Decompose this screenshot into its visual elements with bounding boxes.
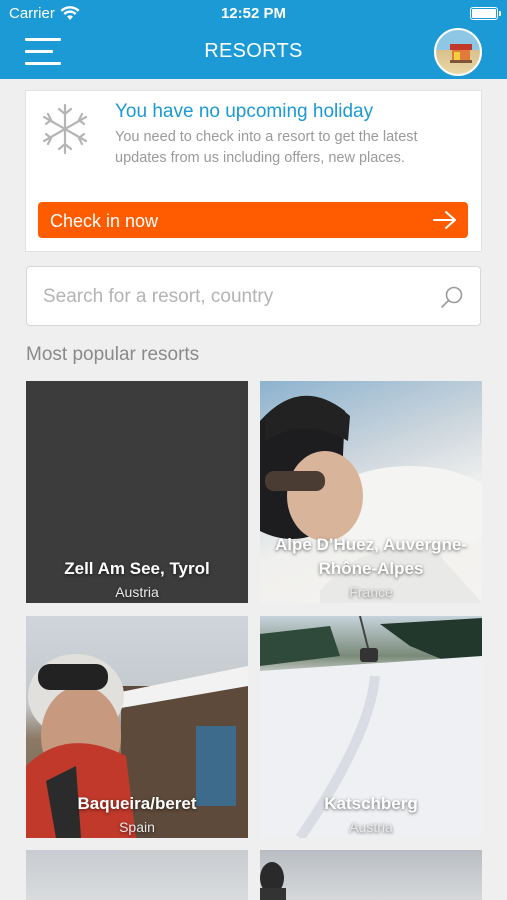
avatar-image [450, 44, 472, 63]
avatar[interactable] [434, 28, 482, 76]
resort-tile[interactable] [26, 850, 248, 900]
search-icon[interactable] [440, 285, 464, 309]
holiday-description: You need to check into a resort to get t… [115, 129, 418, 166]
check-in-label: Check in now [50, 211, 159, 231]
battery-icon [470, 7, 501, 20]
resort-name: Katschberg [324, 794, 418, 813]
resort-tile[interactable]: Katschberg Austria [260, 616, 482, 838]
resort-country: Spain [119, 819, 155, 835]
status-time: 12:52 PM [220, 5, 287, 22]
top-bar: Carrier 12:52 PM RESORTS [0, 0, 507, 79]
resort-tile[interactable] [260, 850, 482, 900]
search-box [26, 266, 481, 326]
resort-tile[interactable]: Alpe D’Huez, Auvergne-Rhône-Alpes France [260, 381, 482, 603]
arrow-right-icon [433, 211, 456, 229]
holiday-title: You have no upcoming holiday [115, 101, 374, 122]
resort-name: Baqueira/beret [77, 794, 197, 813]
holiday-card: You have no upcoming holiday You need to… [26, 91, 481, 251]
section-title: Most popular resorts [26, 344, 200, 365]
resort-photo [260, 862, 286, 900]
status-bar: Carrier 12:52 PM [0, 0, 507, 28]
resort-tile[interactable]: Baqueira/beret Spain [26, 616, 248, 838]
resort-tile[interactable]: Zell Am See, Tyrol Austria [26, 381, 248, 603]
resort-name: Zell Am See, Tyrol [64, 559, 210, 578]
resort-country: Austria [349, 819, 393, 835]
check-in-button[interactable]: Check in now [38, 202, 468, 238]
resort-country: Austria [115, 584, 159, 600]
page-title: RESORTS [204, 40, 303, 62]
search-input[interactable] [43, 281, 423, 313]
resort-name: Alpe D’Huez, Auvergne-Rhône-Alpes [274, 535, 468, 578]
resort-country: France [349, 584, 393, 600]
snowflake-icon [42, 103, 88, 155]
